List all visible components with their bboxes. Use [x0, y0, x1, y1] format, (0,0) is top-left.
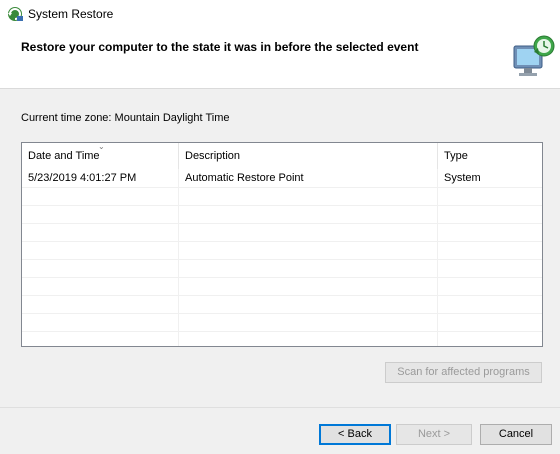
column-header-type[interactable]: Type — [438, 143, 542, 169]
row-divider — [22, 259, 542, 260]
row-divider — [22, 295, 542, 296]
row-divider — [22, 313, 542, 314]
title-bar: System Restore — [0, 0, 560, 30]
header-divider — [0, 88, 560, 89]
row-divider — [22, 223, 542, 224]
table-header: ⌄ Date and Time Description Type — [22, 143, 542, 169]
row-divider — [22, 205, 542, 206]
monitor-restore-icon — [513, 35, 555, 76]
row-divider — [22, 277, 542, 278]
scan-affected-programs-button[interactable]: Scan for affected programs — [385, 362, 542, 383]
column-header-label: Description — [185, 150, 241, 162]
cell-description: Automatic Restore Point — [185, 172, 304, 184]
sort-chevron-icon: ⌄ — [98, 142, 105, 151]
footer-divider — [0, 407, 560, 408]
cancel-button[interactable]: Cancel — [480, 424, 552, 445]
window-title: System Restore — [28, 7, 114, 21]
cell-date: 5/23/2019 4:01:27 PM — [28, 172, 137, 184]
column-header-date[interactable]: ⌄ Date and Time — [22, 143, 179, 169]
cell-type: System — [444, 172, 481, 184]
column-header-description[interactable]: Description — [179, 143, 438, 169]
restore-point-list[interactable]: ⌄ Date and Time Description Type 5/23/20… — [21, 142, 543, 347]
system-restore-icon — [8, 7, 23, 21]
next-button[interactable]: Next > — [396, 424, 472, 445]
header: Restore your computer to the state it wa… — [0, 30, 560, 88]
page-heading: Restore your computer to the state it wa… — [21, 40, 419, 54]
row-divider — [22, 187, 542, 188]
row-divider — [22, 331, 542, 332]
timezone-label: Current time zone: Mountain Daylight Tim… — [21, 112, 230, 124]
back-button[interactable]: < Back — [319, 424, 391, 445]
table-row[interactable]: 5/23/2019 4:01:27 PM Automatic Restore P… — [22, 169, 542, 187]
column-header-label: Date and Time — [28, 150, 100, 162]
column-header-label: Type — [444, 150, 468, 162]
row-divider — [22, 241, 542, 242]
